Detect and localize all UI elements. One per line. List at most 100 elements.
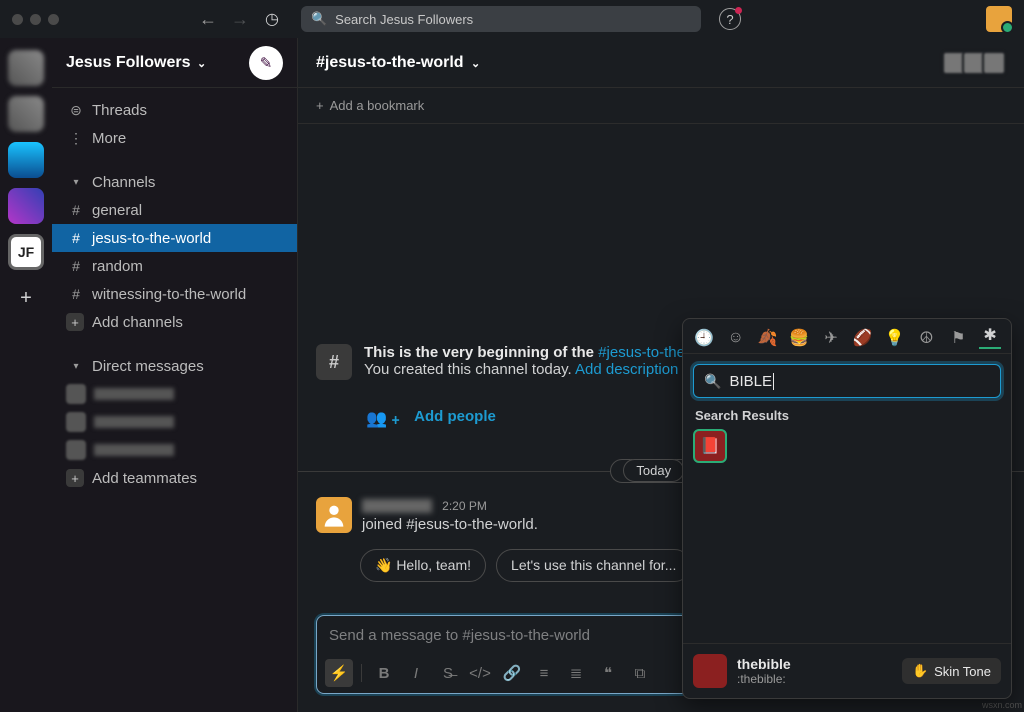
more-icon: ⋮ <box>66 130 86 147</box>
workspace-rail: JF + <box>0 38 52 712</box>
add-description-link[interactable]: Add description <box>575 361 678 378</box>
emoji-result-thebible[interactable]: 📕 <box>693 429 727 463</box>
code-button[interactable]: </> <box>466 659 494 687</box>
chevron-down-icon: ⌄ <box>471 58 480 70</box>
threads-icon: ⊜ <box>66 102 86 119</box>
history-icon[interactable]: ◷ <box>265 9 279 29</box>
add-channels-item[interactable]: +Add channels <box>52 308 297 336</box>
history-nav: ← → <box>199 9 249 30</box>
dm-name <box>94 416 174 428</box>
dm-header[interactable]: ▾Direct messages <box>52 352 297 380</box>
dm-avatar <box>66 384 86 404</box>
channel-witnessing[interactable]: #witnessing-to-the-world <box>52 280 297 308</box>
threads-item[interactable]: ⊜Threads <box>52 96 297 124</box>
channel-members[interactable] <box>946 51 1006 75</box>
close-window[interactable] <box>12 14 23 25</box>
strike-button[interactable]: S̶ <box>434 659 462 687</box>
add-bookmark[interactable]: +Add a bookmark <box>298 88 1024 124</box>
plus-icon: + <box>316 98 324 113</box>
workspace-switch-4[interactable] <box>8 188 44 224</box>
quote-button[interactable]: ❝ <box>594 659 622 687</box>
search-results-label: Search Results <box>683 408 1011 429</box>
emoji-tab-food[interactable]: 🍔 <box>788 327 810 349</box>
add-workspace-button[interactable]: + <box>8 280 44 316</box>
global-search[interactable]: 🔍 Search Jesus Followers <box>301 6 701 32</box>
workspace-switch-2[interactable] <box>8 96 44 132</box>
search-icon: 🔍 <box>311 11 327 27</box>
hash-icon: # <box>316 344 352 380</box>
dm-name <box>94 444 174 456</box>
hash-icon: # <box>66 286 86 302</box>
titlebar: ← → ◷ 🔍 Search Jesus Followers ? <box>0 0 1024 38</box>
add-teammates-item[interactable]: +Add teammates <box>52 464 297 492</box>
dm-name <box>94 388 174 400</box>
channels-header[interactable]: ▾Channels <box>52 168 297 196</box>
italic-button[interactable]: I <box>402 659 430 687</box>
emoji-tab-nature[interactable]: 🍂 <box>757 327 779 349</box>
channel-header: #jesus-to-the-world ⌄ <box>298 38 1024 88</box>
emoji-picker: 🕘 ☺ 🍂 🍔 ✈ 🏈 💡 ☮ ⚑ ✱ 🔍 BIBLE Search Resul… <box>682 318 1012 699</box>
forward-icon[interactable]: → <box>231 9 249 30</box>
back-icon[interactable]: ← <box>199 9 217 30</box>
emoji-tab-travel[interactable]: 🏈 <box>852 327 874 349</box>
sidebar: Jesus Followers ⌄ ✎ ⊜Threads ⋮More ▾Chan… <box>52 38 298 712</box>
ol-button[interactable]: ≡ <box>530 659 558 687</box>
emoji-preview <box>693 654 727 688</box>
workspace-switch-active[interactable]: JF <box>8 234 44 270</box>
search-icon: 🔍 <box>704 373 721 390</box>
dm-avatar <box>66 440 86 460</box>
hash-icon: # <box>66 202 86 218</box>
emoji-shortcode: :thebible: <box>737 672 791 686</box>
link-button[interactable]: 🔗 <box>498 659 526 687</box>
channel-general[interactable]: #general <box>52 196 297 224</box>
maximize-window[interactable] <box>48 14 59 25</box>
emoji-name: thebible <box>737 656 791 672</box>
suggestion-button[interactable]: Let's use this channel for... <box>496 549 691 582</box>
message-username[interactable] <box>362 499 432 513</box>
workspace-name: Jesus Followers ⌄ <box>66 54 206 72</box>
search-placeholder: Search Jesus Followers <box>335 12 473 27</box>
emoji-tabs: 🕘 ☺ 🍂 🍔 ✈ 🏈 💡 ☮ ⚑ ✱ <box>683 319 1011 354</box>
user-avatar[interactable] <box>986 6 1012 32</box>
emoji-tab-symbols[interactable]: ☮ <box>916 327 938 349</box>
emoji-tab-recent[interactable]: 🕘 <box>693 327 715 349</box>
workspace-switch-1[interactable] <box>8 50 44 86</box>
compose-button[interactable]: ✎ <box>249 46 283 80</box>
emoji-footer: thebible :thebible: ✋Skin Tone <box>683 643 1011 698</box>
emoji-tab-flags[interactable]: ⚑ <box>947 327 969 349</box>
dm-avatar <box>66 412 86 432</box>
channel-jesus-to-the-world[interactable]: #jesus-to-the-world <box>52 224 297 252</box>
message-avatar[interactable] <box>316 497 352 533</box>
search-results-grid: 📕 <box>683 429 1011 473</box>
dm-item[interactable] <box>52 380 297 408</box>
emoji-search-input[interactable]: 🔍 BIBLE <box>693 364 1001 398</box>
workspace-header[interactable]: Jesus Followers ⌄ ✎ <box>52 38 297 88</box>
dm-item[interactable] <box>52 408 297 436</box>
minimize-window[interactable] <box>30 14 41 25</box>
more-item[interactable]: ⋮More <box>52 124 297 152</box>
chevron-down-icon: ⌄ <box>197 58 206 70</box>
help-button[interactable]: ? <box>719 8 741 30</box>
bold-button[interactable]: B <box>370 659 398 687</box>
ul-button[interactable]: ≣ <box>562 659 590 687</box>
channel-name[interactable]: #jesus-to-the-world ⌄ <box>316 54 480 72</box>
skin-tone-button[interactable]: ✋Skin Tone <box>902 658 1001 684</box>
emoji-tab-people[interactable]: ☺ <box>725 327 747 349</box>
message-timestamp: 2:20 PM <box>442 499 487 513</box>
hash-icon: # <box>66 258 86 274</box>
caret-down-icon: ▾ <box>66 361 86 372</box>
message-text: joined #jesus-to-the-world. <box>362 516 538 533</box>
dm-item[interactable] <box>52 436 297 464</box>
plus-icon: + <box>66 469 84 487</box>
workspace-switch-3[interactable] <box>8 142 44 178</box>
add-people-icon: 👥﹢ <box>366 404 404 429</box>
emoji-tab-activity[interactable]: ✈ <box>820 327 842 349</box>
emoji-tab-custom[interactable]: ✱ <box>979 327 1001 349</box>
shortcuts-button[interactable]: ⚡ <box>325 659 353 687</box>
main-pane: #jesus-to-the-world ⌄ +Add a bookmark # … <box>298 38 1024 712</box>
emoji-tab-objects[interactable]: 💡 <box>884 327 906 349</box>
codeblock-button[interactable]: ⧉ <box>626 659 654 687</box>
suggestion-button[interactable]: 👋 Hello, team! <box>360 549 486 582</box>
caret-down-icon: ▾ <box>66 177 86 188</box>
channel-random[interactable]: #random <box>52 252 297 280</box>
